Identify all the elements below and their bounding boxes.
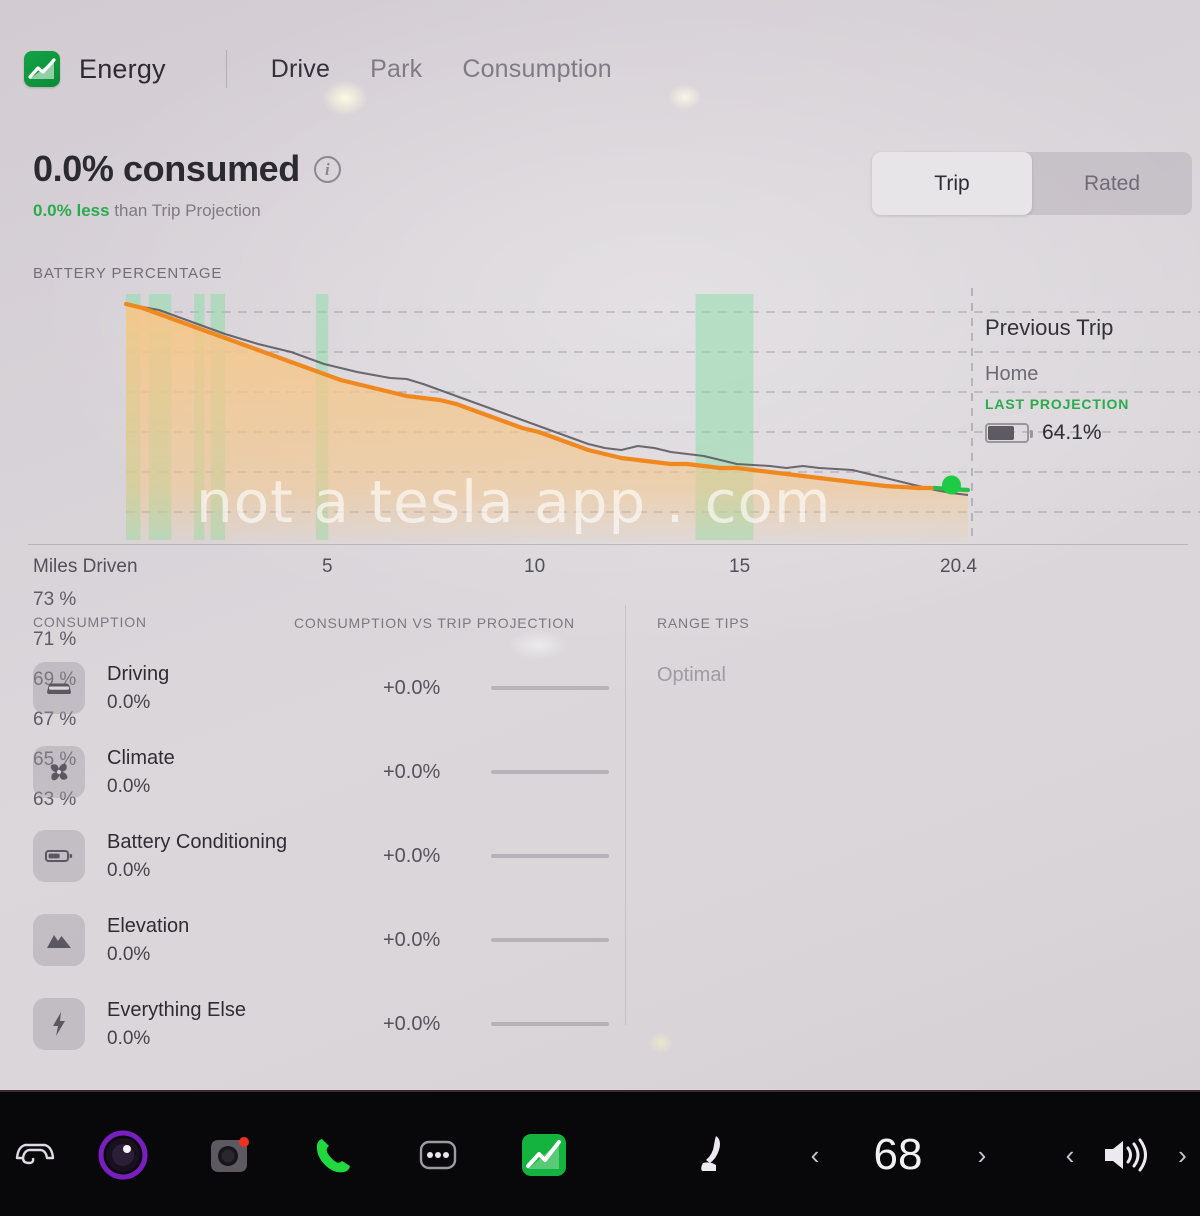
column-divider: [625, 605, 626, 1025]
col-header-vs-projection: CONSUMPTION VS TRIP PROJECTION: [294, 615, 575, 631]
row-progress-bar: [491, 770, 609, 774]
chevron-right-icon: ›: [977, 1139, 987, 1170]
more-dots-icon[interactable]: [403, 1092, 473, 1216]
row-value: 0.0%: [107, 1027, 151, 1049]
row-value: 0.0%: [107, 943, 151, 965]
row-progress-bar: [491, 1022, 609, 1026]
xtick-15: 15: [729, 556, 751, 577]
row-delta: +0.0%: [383, 1012, 441, 1035]
headline-block: 0.0% consumed i 0.0% less than Trip Proj…: [33, 148, 341, 221]
volume-increase-button[interactable]: ›: [1165, 1092, 1200, 1216]
x-axis-rule: [28, 544, 1188, 545]
row-label: Elevation: [107, 914, 190, 937]
tab-park[interactable]: Park: [370, 55, 422, 84]
segment-trip[interactable]: Trip: [872, 152, 1032, 215]
previous-trip-destination: Home: [985, 363, 1039, 385]
consumption-row-battery-conditioning[interactable]: Battery Conditioning 0.0% +0.0%: [33, 822, 609, 890]
tab-drive[interactable]: Drive: [271, 55, 330, 84]
row-value: 0.0%: [107, 859, 151, 881]
energy-chart-icon[interactable]: [509, 1092, 579, 1216]
chevron-left-icon: ‹: [810, 1139, 820, 1170]
x-axis-title: Miles Driven: [33, 556, 138, 577]
seat-icon[interactable]: [685, 1092, 741, 1216]
info-icon[interactable]: i: [313, 155, 341, 183]
phone-icon[interactable]: [298, 1092, 368, 1216]
chart-x-axis: Miles Driven 5 10 15 20.4: [0, 544, 1200, 588]
row-value: 0.0%: [107, 775, 151, 797]
app-header: Energy Drive Park Consumption: [0, 38, 1200, 100]
headline-sub-accent: 0.0% less: [33, 201, 110, 220]
last-projection-value-row: 64.1%: [985, 421, 1200, 445]
ytick-0: 73 %: [33, 589, 77, 610]
range-tip-text: Optimal: [657, 664, 726, 686]
tab-consumption[interactable]: Consumption: [462, 55, 612, 84]
consumption-row-climate[interactable]: Climate 0.0% +0.0%: [33, 738, 609, 806]
temp-increase-button[interactable]: ›: [962, 1092, 1002, 1216]
last-projection-percent: 64.1%: [1042, 421, 1102, 444]
col-header-range-tips: RANGE TIPS: [657, 615, 750, 631]
previous-trip-panel: Previous Trip Home LAST PROJECTION 64.1%: [985, 315, 1200, 445]
row-value: 0.0%: [107, 691, 151, 713]
battery-icon: [33, 830, 85, 882]
consumption-row-driving[interactable]: Driving 0.0% +0.0%: [33, 654, 609, 722]
xtick-10: 10: [524, 556, 546, 577]
ytick-1: 71 %: [33, 629, 77, 650]
row-delta: +0.0%: [383, 844, 441, 867]
temperature-value[interactable]: 68: [852, 1092, 944, 1216]
battery-icon: [985, 423, 1033, 443]
headline-subtitle: 0.0% less than Trip Projection: [33, 201, 341, 221]
row-label: Everything Else: [107, 998, 246, 1021]
temp-decrease-button[interactable]: ‹: [795, 1092, 835, 1216]
glare-spot: [648, 1032, 674, 1054]
consumption-row-elevation[interactable]: Elevation 0.0% +0.0%: [33, 906, 609, 974]
consumed-headline: 0.0% consumed: [33, 148, 300, 189]
volume-decrease-button[interactable]: ‹: [1050, 1092, 1090, 1216]
header-divider: [225, 50, 227, 88]
tab-bar: Drive Park Consumption: [271, 55, 612, 84]
bottom-taskbar: Auto ‹ 68 › ‹ ›: [0, 1090, 1200, 1216]
col-header-consumption: CONSUMPTION: [33, 614, 147, 630]
media-app-icon[interactable]: [88, 1092, 158, 1216]
xtick-5: 5: [322, 556, 333, 577]
headline-sub-rest: than Trip Projection: [109, 201, 261, 220]
car-icon: [33, 662, 85, 714]
chevron-right-icon: ›: [1178, 1139, 1187, 1170]
mountain-icon: [33, 914, 85, 966]
row-delta: +0.0%: [383, 760, 441, 783]
segment-rated[interactable]: Rated: [1032, 152, 1192, 215]
fan-icon: [33, 746, 85, 798]
chart-axis-title: BATTERY PERCENTAGE: [33, 265, 223, 282]
volume-icon[interactable]: [1092, 1092, 1162, 1216]
energy-app-screen: Energy Drive Park Consumption 0.0% consu…: [0, 0, 1200, 1090]
row-label: Driving: [107, 662, 170, 685]
tesla-car-icon[interactable]: [0, 1092, 70, 1216]
consumption-row-everything-else[interactable]: Everything Else 0.0% +0.0%: [33, 990, 609, 1058]
row-label: Climate: [107, 746, 175, 769]
xtick-20-4: 20.4: [940, 556, 977, 577]
row-delta: +0.0%: [383, 676, 441, 699]
last-projection-label: LAST PROJECTION: [985, 396, 1130, 412]
trip-rated-toggle: Trip Rated: [872, 152, 1192, 215]
chevron-left-icon: ‹: [1065, 1139, 1075, 1170]
energy-chart-icon: [24, 51, 60, 87]
row-progress-bar: [491, 938, 609, 942]
bolt-icon: [33, 998, 85, 1050]
page-title: Energy: [79, 53, 166, 84]
temperature-text: 68: [873, 1130, 923, 1179]
row-label: Battery Conditioning: [107, 830, 288, 853]
previous-trip-title: Previous Trip: [985, 315, 1114, 340]
dashcam-icon[interactable]: [194, 1092, 264, 1216]
row-progress-bar: [491, 686, 609, 690]
row-delta: +0.0%: [383, 928, 441, 951]
row-progress-bar: [491, 854, 609, 858]
